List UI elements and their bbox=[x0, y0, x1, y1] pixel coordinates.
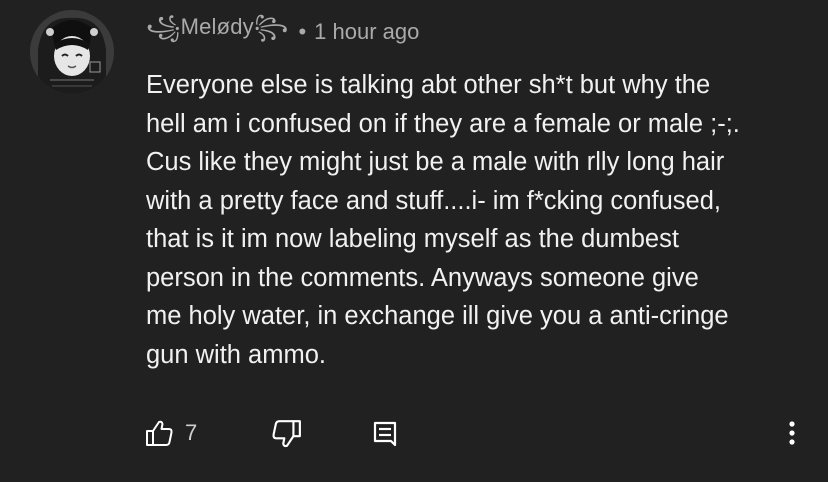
comment-body-line: hell am i confused on if they are a fema… bbox=[146, 109, 740, 138]
comment-body-line: me holy water, in exchange ill give you … bbox=[146, 302, 729, 330]
comment-body-line: gun with ammo. bbox=[146, 340, 326, 369]
like-count: 7 bbox=[185, 420, 198, 445]
comment-body-line: Everyone else is talking abt other sh*t … bbox=[146, 71, 711, 99]
comment-timestamp[interactable]: 1 hour ago bbox=[314, 19, 419, 45]
comment-body: Everyone else is talking abt other sh*t … bbox=[146, 66, 806, 374]
avatar-image bbox=[30, 10, 114, 94]
reply-button[interactable] bbox=[372, 419, 398, 449]
reply-comment-icon bbox=[373, 421, 397, 447]
more-actions-button[interactable] bbox=[782, 420, 802, 446]
more-vertical-icon bbox=[789, 421, 795, 445]
avatar[interactable] bbox=[30, 10, 114, 94]
dislike-button[interactable] bbox=[272, 419, 302, 449]
comment-body-line: person in the comments. Anyways someone … bbox=[146, 263, 699, 292]
comment-body-line: Cus like they might just be a male with … bbox=[146, 148, 725, 176]
comment-body-line: with a pretty face and stuff....i- im f*… bbox=[146, 186, 721, 215]
like-button[interactable]: 7 bbox=[145, 419, 197, 447]
author-name[interactable]: ꧁Melødy꧂ bbox=[146, 10, 288, 55]
thumb-up-icon bbox=[146, 420, 173, 446]
comment-header: ꧁Melødy꧂ • 1 hour ago bbox=[146, 10, 419, 54]
thumb-down-icon bbox=[272, 420, 301, 448]
comment-body-line: that is it im now labeling myself as the… bbox=[146, 225, 679, 253]
header-separator: • bbox=[298, 19, 307, 44]
